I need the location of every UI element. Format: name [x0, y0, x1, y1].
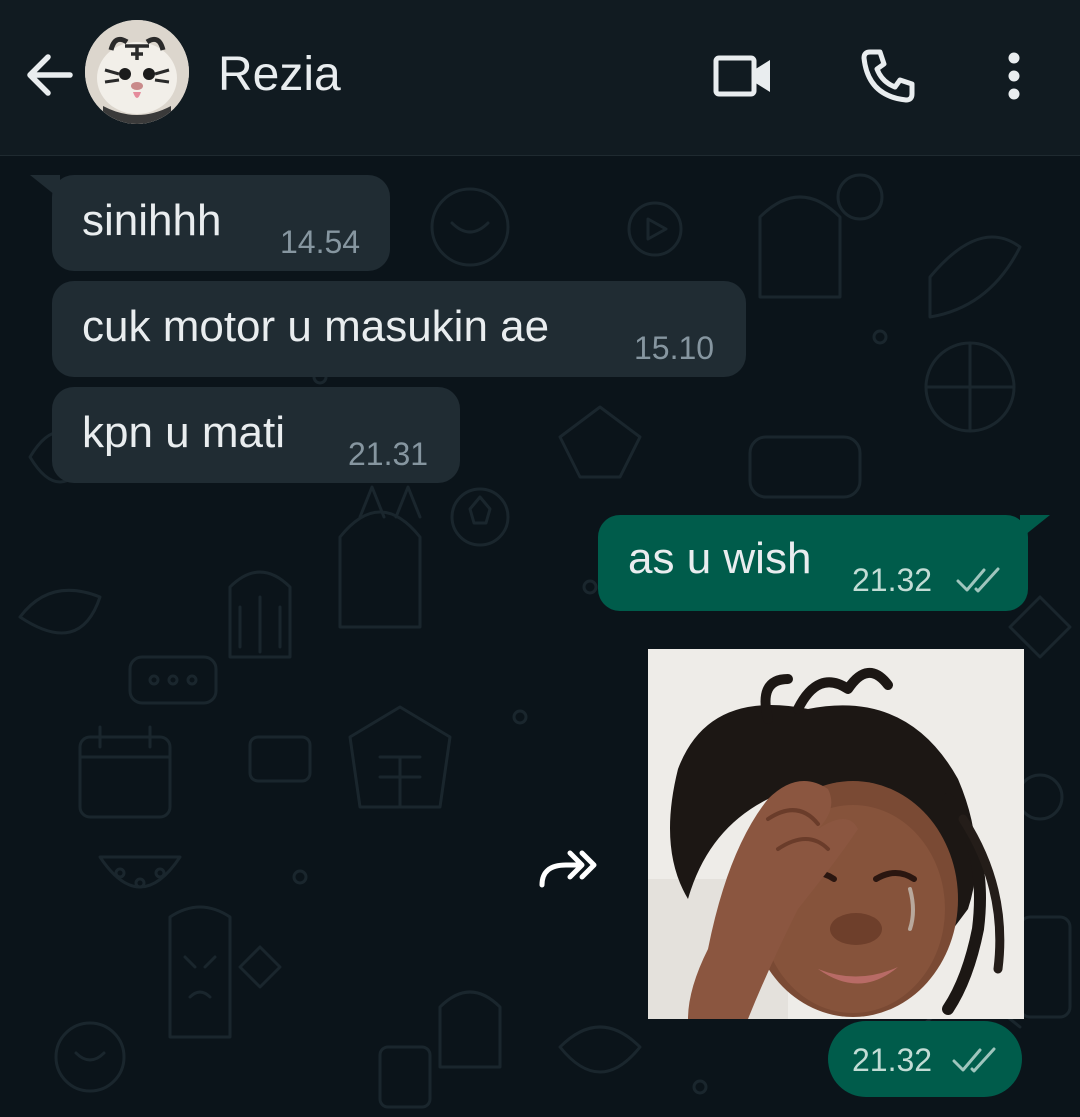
chat-header: Rezia	[0, 0, 1080, 156]
message-bubble-incoming[interactable]: sinihhh 14.54	[52, 175, 390, 271]
message-text: sinihhh	[82, 196, 222, 245]
read-receipt-icon	[952, 1047, 996, 1073]
bubble-tail-outgoing	[1020, 515, 1050, 539]
photo-image	[648, 649, 1024, 1019]
arrow-back-icon[interactable]	[20, 46, 78, 104]
bubble-tail-incoming	[30, 175, 60, 199]
image-timestamp: 21.32	[828, 1021, 1022, 1097]
video-call-icon[interactable]	[710, 44, 774, 108]
message-text: kpn u mati	[82, 408, 285, 457]
avatar-image	[85, 20, 189, 124]
contact-name[interactable]: Rezia	[218, 46, 341, 104]
forward-icon[interactable]	[536, 847, 602, 891]
message-bubble-outgoing[interactable]: as u wish 21.32	[598, 515, 1028, 611]
message-time: 21.32	[852, 562, 933, 598]
avatar[interactable]	[85, 20, 189, 124]
message-time: 15.10	[634, 330, 715, 366]
more-options-icon[interactable]	[982, 44, 1046, 108]
message-text: cuk motor u masukin ae	[82, 302, 550, 351]
read-receipt-icon	[956, 567, 1000, 593]
message-time: 14.54	[280, 224, 361, 260]
message-time: 21.31	[348, 436, 429, 472]
chat-area[interactable]: sinihhh 14.54 cuk motor u masukin ae 15.…	[0, 157, 1080, 1117]
image-message[interactable]	[648, 649, 1024, 1019]
message-time: 21.32	[852, 1042, 933, 1078]
voice-call-icon[interactable]	[856, 44, 920, 108]
message-bubble-incoming[interactable]: kpn u mati 21.31	[52, 387, 460, 483]
message-bubble-incoming[interactable]: cuk motor u masukin ae 15.10	[52, 281, 746, 377]
message-text: as u wish	[628, 534, 812, 583]
